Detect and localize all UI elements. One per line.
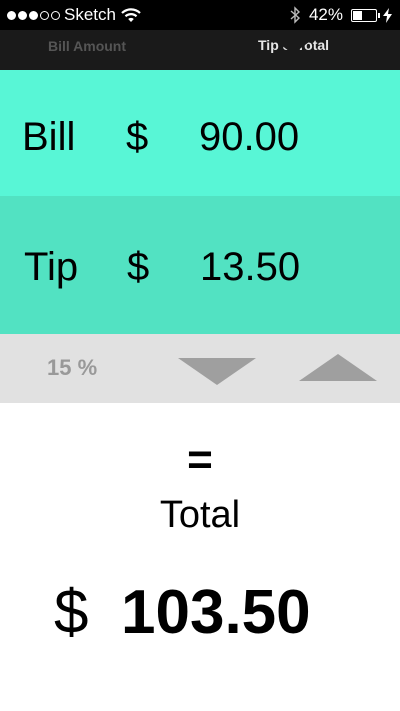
- tab-bill-amount[interactable]: Bill Amount: [48, 38, 126, 54]
- battery-percent: 42%: [308, 5, 343, 24]
- signal-dot: [29, 10, 38, 20]
- carrier-name: Sketch: [64, 5, 116, 24]
- bill-row[interactable]: Bill $ 90.00: [0, 70, 400, 196]
- tip-row: Tip $ 13.50: [0, 196, 400, 334]
- battery-icon: [351, 8, 380, 22]
- status-bar: Sketch 42%: [0, 0, 400, 30]
- total-currency: $: [54, 578, 89, 647]
- signal-dot: [40, 10, 49, 20]
- tip-label: Tip: [24, 245, 79, 289]
- tip-currency: $: [127, 245, 150, 289]
- bill-label: Bill: [22, 115, 76, 159]
- signal-dot: [51, 10, 60, 20]
- charging-icon: [383, 7, 392, 23]
- status-left: Sketch: [7, 5, 141, 25]
- decrease-tip-arrow-icon[interactable]: [178, 358, 256, 385]
- tip-amount: 13.50: [200, 245, 301, 289]
- bill-amount[interactable]: 90.00: [199, 117, 299, 157]
- bluetooth-icon: [290, 6, 300, 24]
- bill-currency: $: [126, 115, 149, 159]
- status-right: 42%: [289, 5, 392, 25]
- active-tab-pointer: [261, 30, 325, 54]
- tab-bar: Bill Amount Tip & Total: [0, 30, 400, 70]
- equals-sign: =: [187, 435, 213, 484]
- battery-cap: [378, 12, 380, 18]
- tip-percent-label: 15 %: [47, 355, 98, 380]
- tip-percent-bar: 15 %: [0, 334, 400, 403]
- total-label: Total: [159, 494, 241, 536]
- signal-dot: [7, 10, 16, 20]
- total-amount: 103.50: [121, 578, 311, 647]
- battery-body: [351, 8, 377, 22]
- increase-tip-arrow-icon[interactable]: [299, 354, 377, 381]
- wifi-icon: [121, 8, 141, 22]
- signal-strength-icon: [7, 10, 60, 20]
- signal-dot: [18, 10, 27, 20]
- battery-fill: [353, 10, 363, 20]
